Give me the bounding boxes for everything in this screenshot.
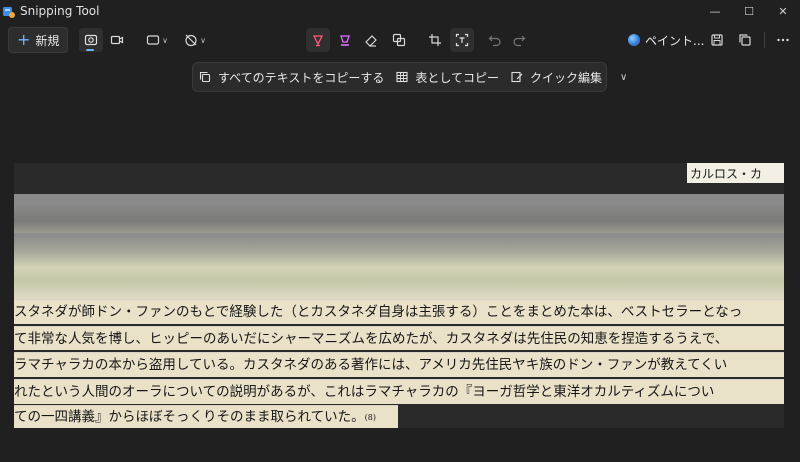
shapes-button[interactable] (388, 28, 410, 52)
minimize-button[interactable]: — (698, 0, 732, 22)
maximize-button[interactable]: ☐ (732, 0, 766, 22)
quick-edit-label: クイック編集 (529, 70, 602, 85)
paint-app-icon (628, 34, 640, 46)
window-title: Snipping Tool (20, 4, 100, 18)
camera-icon (84, 34, 98, 46)
text-line: ての一四講義』からほぼそっくりそのまま取られていた。(8) (14, 405, 398, 428)
copy-text-icon (199, 71, 211, 83)
quick-edit-button[interactable]: クイック編集 ∨ (505, 63, 633, 91)
more-options-button[interactable] (772, 28, 794, 52)
text-line: て非常な人気を博し、ヒッピーのあいだにシャーマニズムを広めたが、カスタネダは先住… (14, 326, 784, 350)
table-icon (396, 71, 408, 83)
copy-icon (739, 34, 751, 46)
copy-button[interactable] (734, 28, 756, 52)
crop-icon (429, 34, 441, 46)
highlighter-button[interactable] (334, 28, 356, 52)
window-controls: — ☐ ✕ (698, 0, 800, 22)
main-toolbar: + 新規 ∨ ∨ ペイント... (0, 24, 800, 56)
video-camera-icon (110, 35, 124, 45)
highlighted-text-corner: カルロス・カ (687, 163, 784, 183)
copy-as-table-button[interactable]: 表としてコピー (390, 63, 505, 91)
new-snip-button[interactable]: + 新規 (8, 27, 68, 53)
record-mode-button[interactable] (106, 28, 128, 52)
text-line-content: ての一四講義』からほぼそっくりそのまま取られていた。 (14, 409, 365, 425)
text-line: ラマチャラカの本から盗用している。カスタネダのある著作には、アメリカ先住民ヤキ族… (14, 352, 784, 377)
ballpoint-pen-button[interactable] (306, 28, 330, 52)
active-mode-indicator (86, 49, 94, 51)
undo-button[interactable] (484, 28, 506, 52)
eraser-button[interactable] (360, 28, 382, 52)
pen-icon (312, 35, 324, 47)
book-spine-shadow (14, 203, 784, 233)
toolbar-separator (764, 32, 765, 48)
eraser-icon (365, 35, 377, 47)
chevron-down-icon[interactable]: ∨ (620, 72, 627, 83)
close-button[interactable]: ✕ (766, 0, 800, 22)
text-line: れたという人間のオーラについての説明があるが、これはラマチャラカの『ヨーガ哲学と… (14, 379, 784, 404)
highlighter-icon (340, 35, 350, 46)
screenshot-canvas[interactable]: カルロス・カ スタネダが師ドン・ファンのもとで経験した（とカスタネダ自身は主張す… (14, 163, 784, 428)
text-actions-bar: すべてのテキストをコピーする 表としてコピー クイック編集 ∨ (192, 62, 627, 92)
edit-text-icon (511, 71, 523, 83)
text-line: スタネダが師ドン・ファンのもとで経験した（とカスタネダ自身は主張する）ことをまと… (14, 299, 784, 324)
chevron-down-icon: ∨ (162, 35, 168, 45)
copy-all-text-label: すべてのテキストをコピーする (218, 70, 385, 85)
redo-button[interactable] (508, 28, 530, 52)
new-snip-label: 新規 (35, 33, 60, 48)
copy-all-text-button[interactable]: すべてのテキストをコピーする (193, 63, 390, 91)
crop-button[interactable] (424, 28, 446, 52)
timer-off-icon (185, 34, 197, 47)
paint-label: ペイント... (645, 33, 705, 48)
title-bar: Snipping Tool — ☐ ✕ (0, 0, 800, 22)
copy-as-table-label: 表としてコピー (415, 70, 499, 85)
save-icon (711, 34, 723, 46)
open-in-paint-button[interactable]: ペイント... (628, 28, 704, 52)
snip-mode-button[interactable] (79, 28, 103, 52)
redo-icon (513, 35, 526, 47)
snip-shape-dropdown[interactable]: ∨ (144, 28, 170, 52)
text-actions-button[interactable] (450, 28, 474, 52)
chevron-down-icon: ∨ (200, 35, 206, 45)
text-scan-icon (455, 33, 469, 47)
plus-icon: + (17, 30, 31, 49)
snipping-tool-app-icon (2, 4, 16, 18)
rectangle-icon (146, 35, 160, 45)
more-horizontal-icon (777, 38, 789, 42)
shapes-icon (392, 33, 406, 47)
delay-dropdown[interactable]: ∨ (182, 28, 208, 52)
footnote-marker: (8) (364, 413, 376, 422)
save-button[interactable] (706, 28, 728, 52)
undo-icon (488, 35, 501, 47)
